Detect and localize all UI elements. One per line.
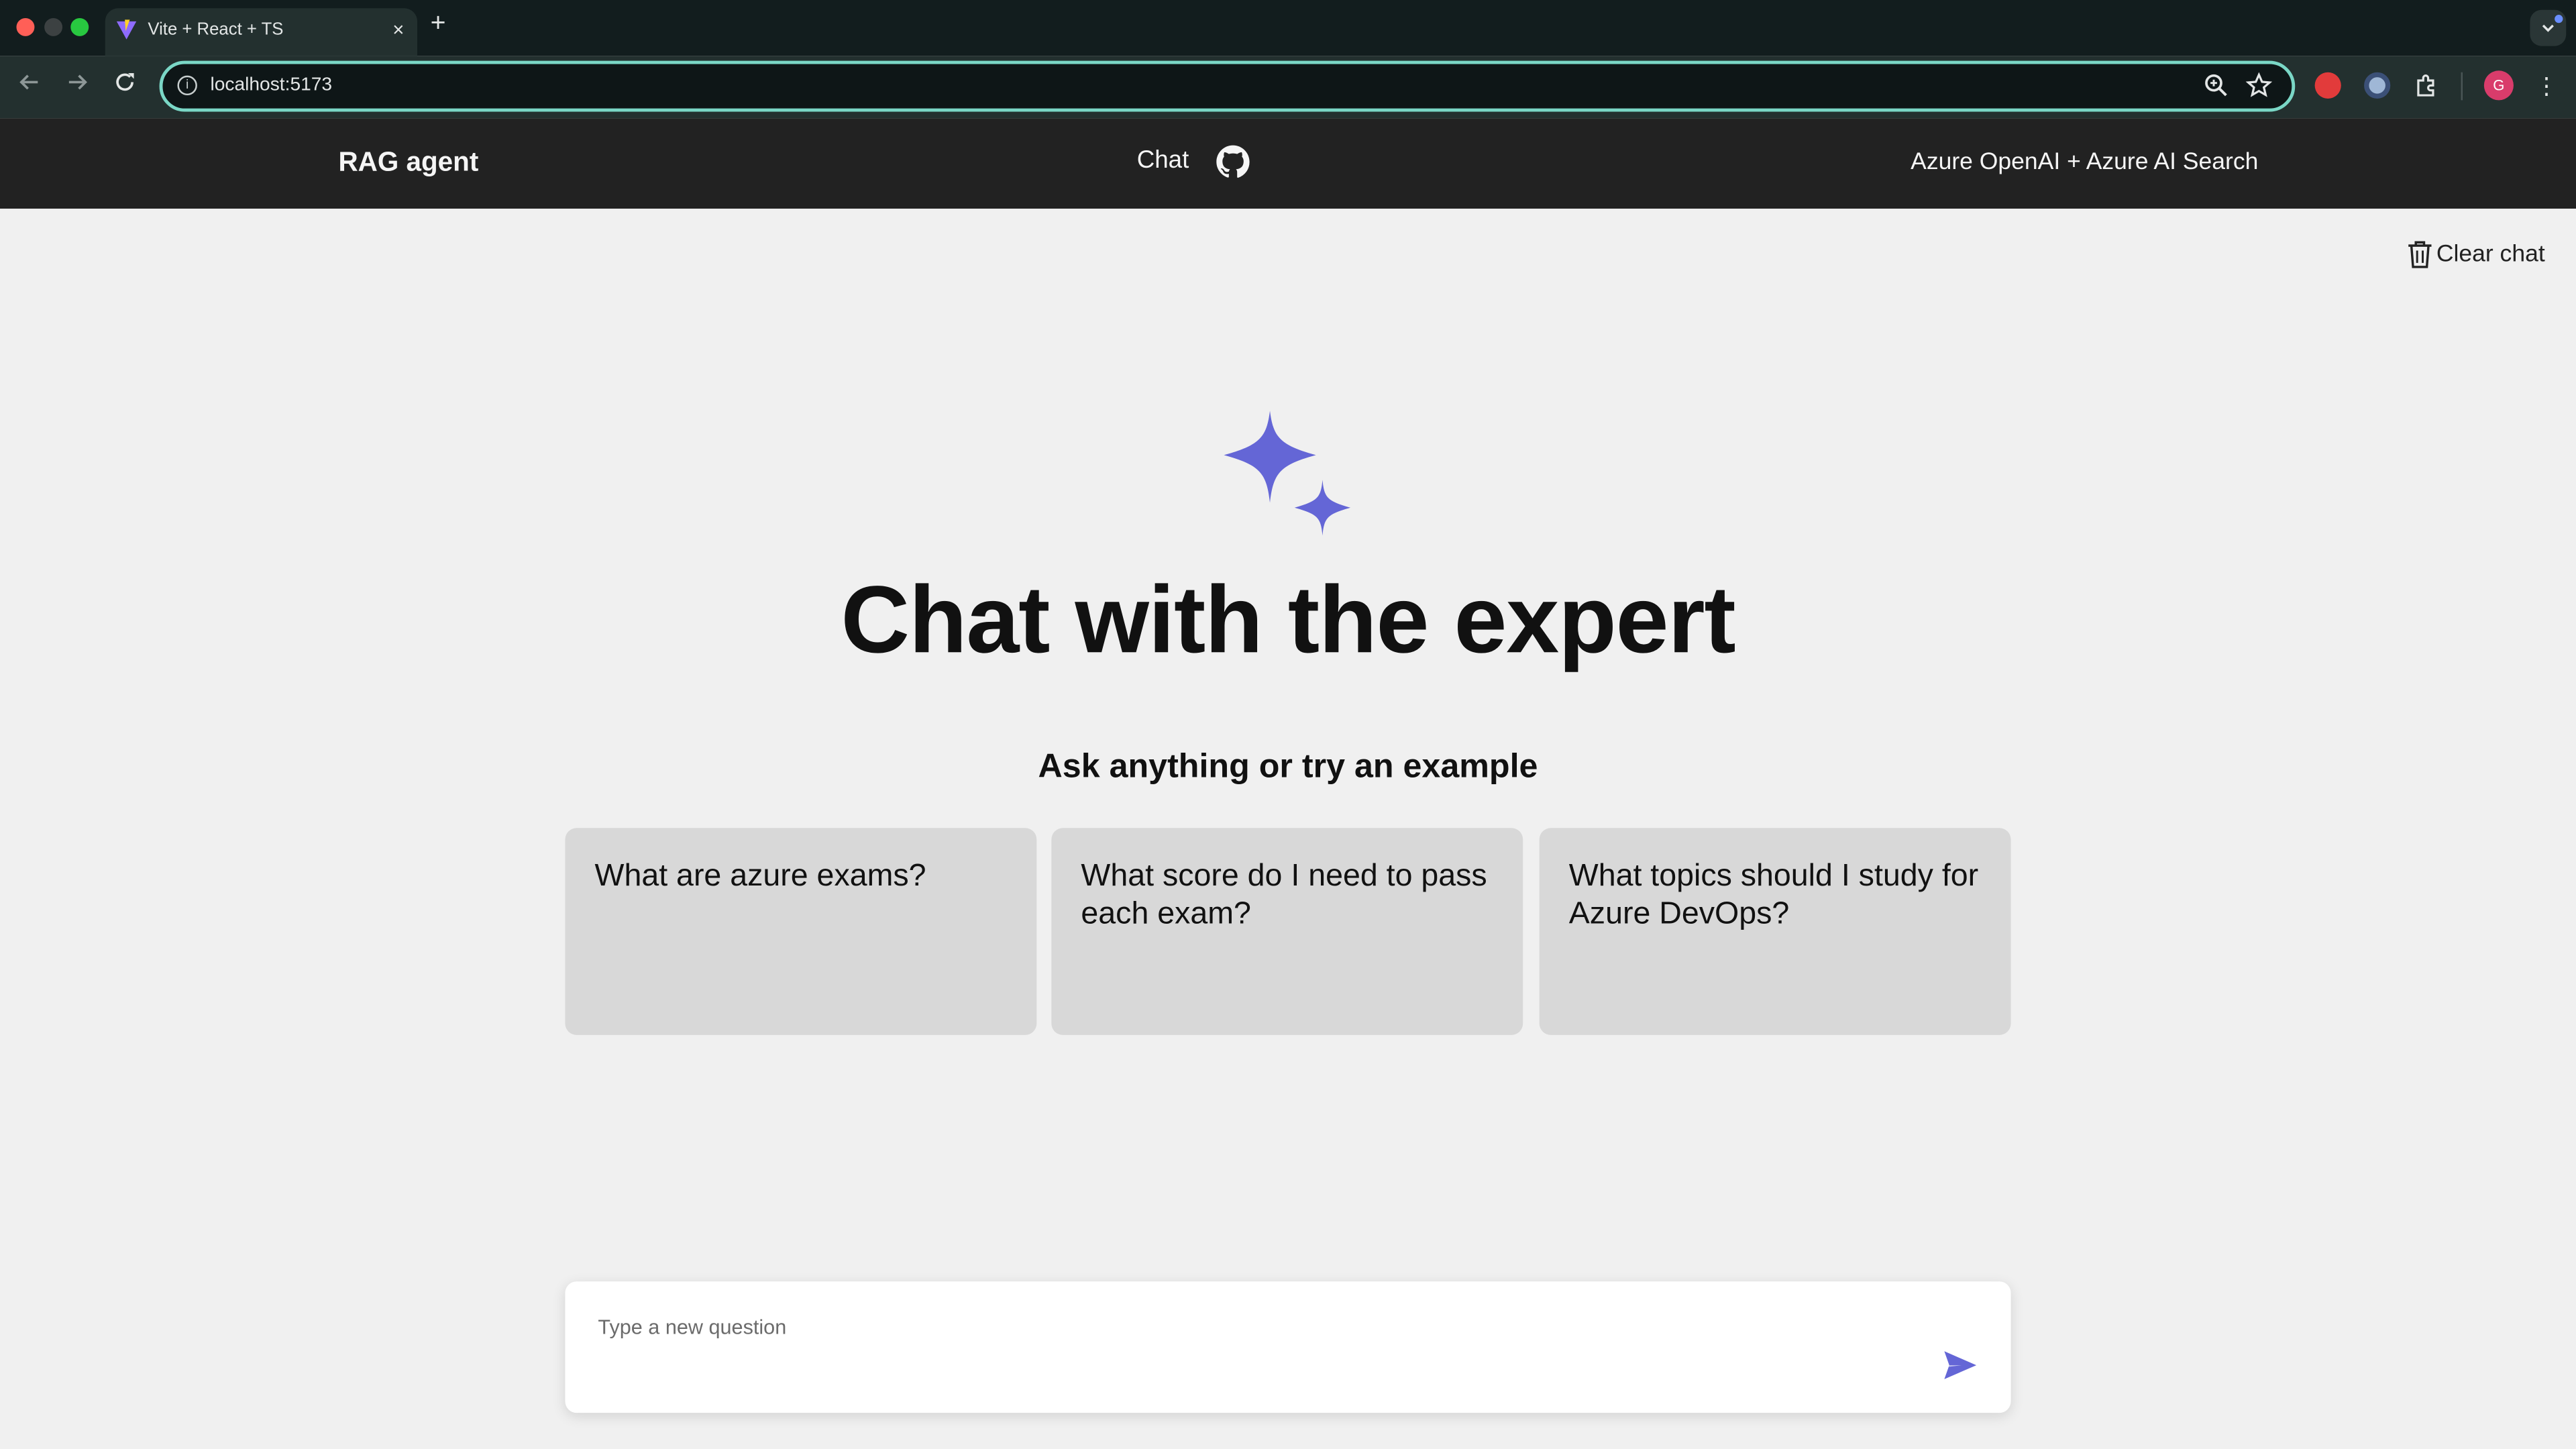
browser-tabstrip: Vite + React + TS × + bbox=[0, 0, 2576, 56]
url-input[interactable] bbox=[210, 75, 2149, 96]
window-close-button[interactable] bbox=[16, 17, 35, 36]
header-tagline: Azure OpenAI + Azure AI Search bbox=[1911, 149, 2259, 176]
toolbar-divider bbox=[2461, 72, 2463, 101]
reload-button[interactable] bbox=[110, 70, 140, 100]
arrow-right-icon bbox=[68, 74, 87, 90]
page-title: Chat with the expert bbox=[841, 566, 1735, 674]
browser-toolbar: i G ⋮ bbox=[0, 56, 2576, 119]
bookmark-star-icon[interactable] bbox=[2245, 72, 2272, 99]
clear-chat-label: Clear chat bbox=[2436, 241, 2545, 268]
arrow-left-icon bbox=[19, 74, 38, 90]
forward-button[interactable] bbox=[62, 70, 92, 100]
extension-red-icon[interactable] bbox=[2314, 72, 2341, 99]
window-minimize-button[interactable] bbox=[44, 17, 63, 36]
notification-dot bbox=[2555, 15, 2563, 23]
page-subtitle: Ask anything or try an example bbox=[1038, 747, 1538, 786]
extension-circle-icon[interactable] bbox=[2364, 72, 2391, 99]
tab-title: Vite + React + TS bbox=[148, 19, 284, 40]
browser-menu-icon[interactable]: ⋮ bbox=[2535, 69, 2558, 102]
chevron-down-icon bbox=[2542, 24, 2554, 32]
app-header: RAG agent Chat Azure OpenAI + Azure AI S… bbox=[0, 118, 2576, 209]
nav-link-chat[interactable]: Chat bbox=[1137, 146, 1189, 174]
question-input[interactable] bbox=[598, 1311, 1913, 1344]
send-icon[interactable] bbox=[1942, 1347, 1978, 1383]
back-button[interactable] bbox=[15, 70, 44, 100]
trash-icon bbox=[2408, 241, 2432, 268]
question-composer bbox=[565, 1281, 2011, 1413]
app-title[interactable]: RAG agent bbox=[338, 148, 478, 179]
github-icon[interactable] bbox=[1216, 145, 1250, 179]
vite-logo-icon bbox=[116, 19, 137, 40]
example-question-card[interactable]: What topics should I study for Azure Dev… bbox=[1539, 828, 2011, 1035]
tab-search-button[interactable] bbox=[2530, 9, 2567, 46]
reload-icon bbox=[116, 72, 134, 91]
tab-close-icon[interactable]: × bbox=[392, 18, 404, 41]
clear-chat-button[interactable]: Clear chat bbox=[2407, 238, 2545, 271]
example-question-card[interactable]: What are azure exams? bbox=[565, 828, 1037, 1035]
window-zoom-button[interactable] bbox=[70, 17, 89, 36]
zoom-icon[interactable] bbox=[2203, 72, 2229, 99]
example-question-card[interactable]: What score do I need to pass each exam? bbox=[1051, 828, 1523, 1035]
new-tab-button[interactable]: + bbox=[431, 10, 446, 40]
address-bar[interactable]: i bbox=[159, 60, 2296, 112]
site-info-icon[interactable]: i bbox=[177, 75, 197, 96]
sparkle-icon bbox=[1224, 411, 1351, 536]
browser-tab[interactable]: Vite + React + TS × bbox=[105, 8, 418, 56]
extensions-puzzle-icon[interactable] bbox=[2414, 72, 2440, 99]
profile-avatar[interactable]: G bbox=[2483, 70, 2514, 101]
